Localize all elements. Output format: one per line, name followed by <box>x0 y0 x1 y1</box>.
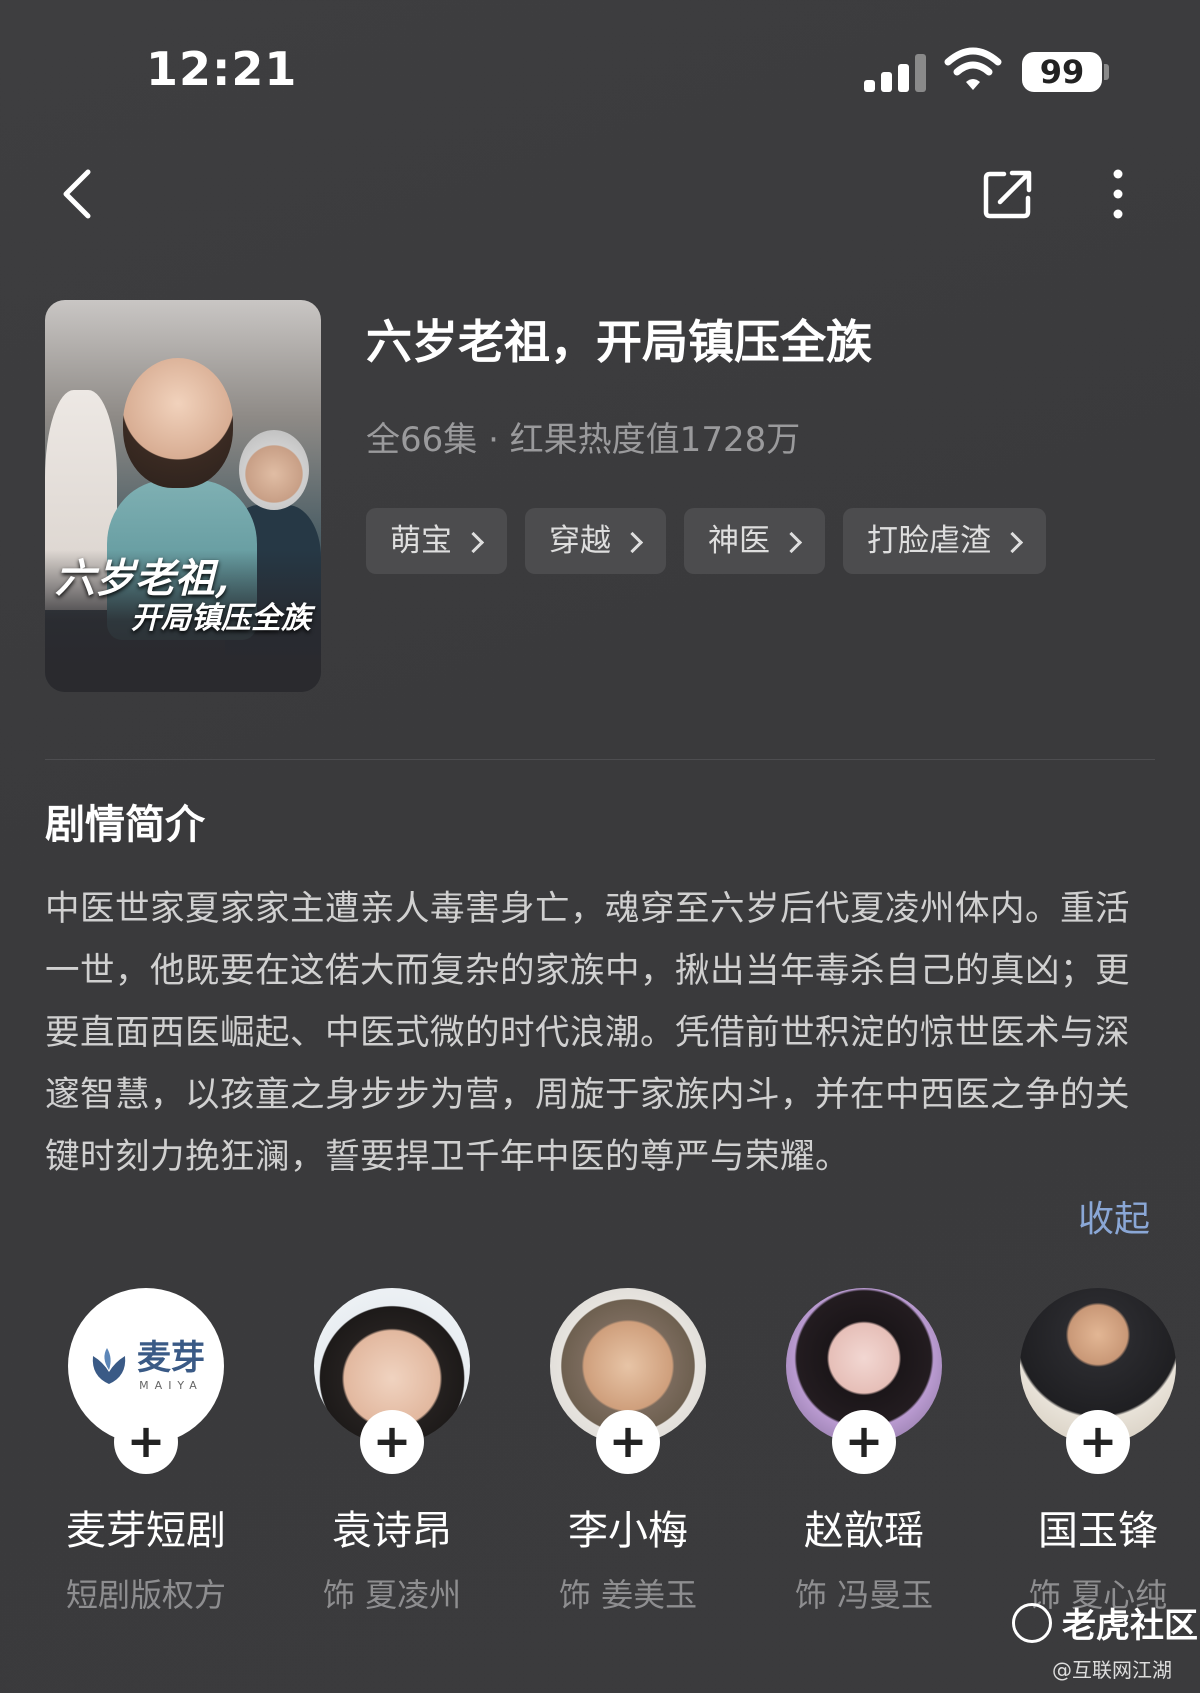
cast-member[interactable]: + 赵歆瑶 饰 冯曼玉 <box>744 1288 984 1616</box>
follow-plus-icon[interactable]: + <box>360 1410 424 1474</box>
tag-list: 萌宝 穿越 神医 打脸虐渣 <box>366 508 1046 574</box>
chevron-right-icon <box>1001 531 1024 553</box>
drama-meta: 全66集 · 红果热度值1728万 <box>366 420 801 460</box>
synopsis-heading: 剧情简介 <box>45 802 205 848</box>
share-icon[interactable] <box>980 166 1036 222</box>
tag-chip[interactable]: 穿越 <box>525 508 666 574</box>
cellular-signal-icon <box>864 52 926 92</box>
more-options-icon[interactable] <box>1108 166 1128 222</box>
cast-name: 赵歆瑶 <box>804 1508 924 1554</box>
cast-name: 麦芽短剧 <box>66 1508 226 1554</box>
chevron-right-icon <box>462 531 485 553</box>
tag-chip[interactable]: 神医 <box>684 508 825 574</box>
cast-list: 麦芽 MAIYA + 麦芽短剧 短剧版权方 + 袁诗昂 饰 夏凌州 + 李小梅 … <box>0 1288 1200 1614</box>
cast-member[interactable]: 麦芽 MAIYA + 麦芽短剧 短剧版权方 <box>26 1288 266 1616</box>
drama-title: 六岁老祖，开局镇压全族 <box>366 315 872 369</box>
cast-name: 国玉锋 <box>1038 1508 1158 1554</box>
follow-plus-icon[interactable]: + <box>114 1410 178 1474</box>
tag-chip[interactable]: 打脸虐渣 <box>843 508 1046 574</box>
cast-role: 饰 冯曼玉 <box>794 1576 934 1614</box>
cast-role: 饰 姜美玉 <box>558 1576 698 1614</box>
chevron-right-icon <box>780 531 803 553</box>
cast-member[interactable]: + 国玉锋 饰 夏心纯 <box>978 1288 1200 1616</box>
cast-role: 饰 夏凌州 <box>322 1576 462 1614</box>
poster-title: 六岁老祖, 开局镇压全族 <box>55 555 311 636</box>
back-icon[interactable] <box>56 168 100 220</box>
battery-tip <box>1104 64 1109 80</box>
synopsis-text: 中医世家夏家家主遭亲人毒害身亡，魂穿至六岁后代夏凌州体内。重活一世，他既要在这偌… <box>45 889 1130 1177</box>
cast-member[interactable]: + 李小梅 饰 姜美玉 <box>508 1288 748 1616</box>
tiger-logo-icon <box>1012 1602 1052 1643</box>
status-time: 12:21 <box>146 42 298 96</box>
cast-name: 袁诗昂 <box>332 1508 452 1554</box>
wifi-icon <box>944 47 1002 90</box>
battery-indicator: 99 <box>1022 52 1102 92</box>
follow-plus-icon[interactable]: + <box>1066 1410 1130 1474</box>
cast-role: 短剧版权方 <box>65 1576 226 1614</box>
follow-plus-icon[interactable]: + <box>596 1410 660 1474</box>
tag-chip[interactable]: 萌宝 <box>366 508 507 574</box>
watermark-credit: @互联网江湖 <box>1052 1658 1172 1682</box>
maiya-logo-icon <box>92 1348 126 1384</box>
drama-poster[interactable]: 六岁老祖, 开局镇压全族 <box>45 300 321 692</box>
divider <box>45 759 1155 760</box>
collapse-button[interactable]: 收起 <box>1078 1190 1150 1242</box>
follow-plus-icon[interactable]: + <box>832 1410 896 1474</box>
cast-name: 李小梅 <box>568 1508 688 1554</box>
watermark: 老虎社区 <box>1012 1598 1198 1647</box>
chevron-right-icon <box>621 531 644 553</box>
cast-member[interactable]: + 袁诗昂 饰 夏凌州 <box>272 1288 512 1616</box>
